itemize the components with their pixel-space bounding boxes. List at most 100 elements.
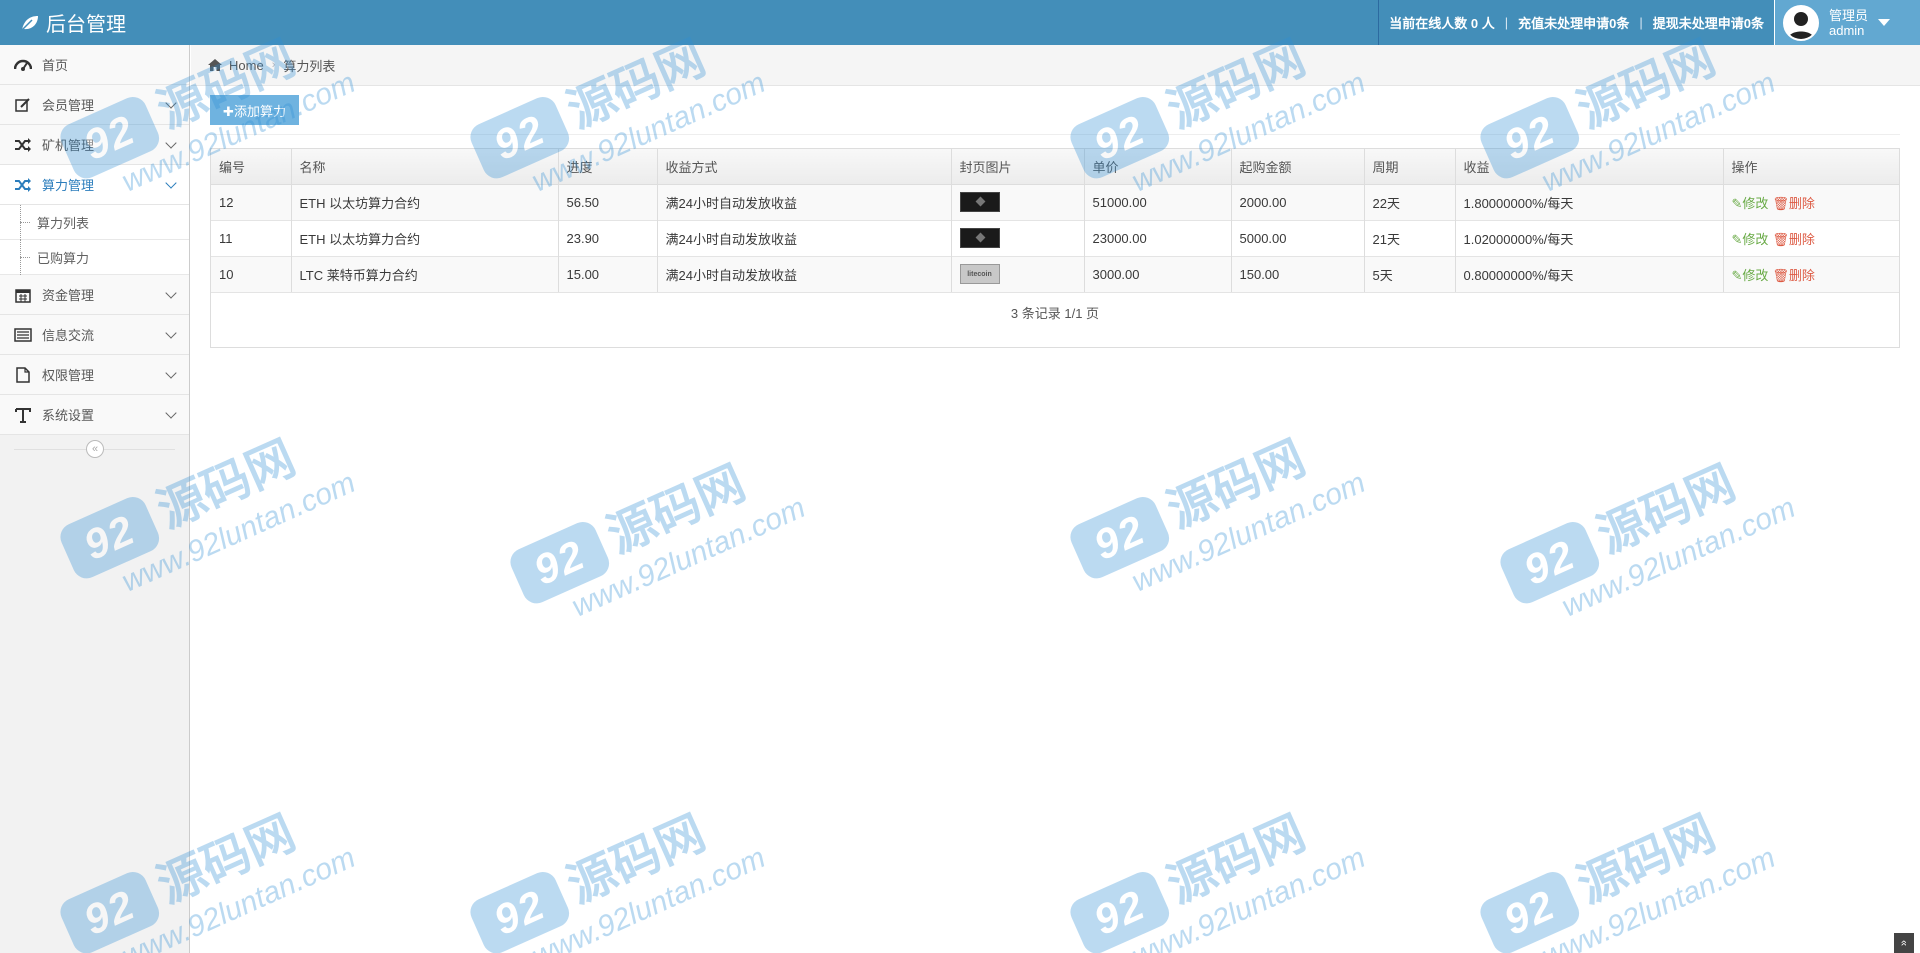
user-role: 管理员 [1829, 7, 1869, 23]
chevron-down-icon [165, 97, 177, 109]
sidebar-item-label: 矿机管理 [42, 138, 95, 153]
cell-income: 0.80000000%/每天 [1455, 255, 1724, 292]
shuffle-icon [12, 137, 34, 152]
shuffle-icon [12, 177, 34, 192]
cover-thumbnail[interactable]: litecoin [959, 264, 1000, 285]
user-name: admin [1829, 22, 1865, 38]
watermark-badge: 92 [1475, 867, 1584, 953]
file-icon [12, 366, 34, 383]
user-info: 管理员 admin [1829, 8, 1868, 38]
watermark-cn: 源码网 [1589, 454, 1744, 565]
sidebar-item-label: 会员管理 [42, 98, 95, 113]
cell-id: 12 [211, 183, 292, 220]
cell-name: ETH 以太坊算力合约 [291, 219, 559, 256]
cell-payout-mode: 满24小时自动发放收益 [657, 183, 952, 220]
text-icon [12, 407, 34, 423]
cell-payout-mode: 满24小时自动发放收益 [657, 255, 952, 292]
cell-min-amount: 150.00 [1231, 255, 1365, 292]
cover-thumbnail[interactable] [959, 192, 1000, 212]
cell-actions: ✎修改 🗑删除 [1723, 219, 1899, 256]
edit-link[interactable]: ✎修改 [1732, 268, 1769, 283]
sidebar-item-messages[interactable]: 信息交流 [0, 315, 189, 355]
watermark-badge: 92 [1495, 517, 1604, 608]
edit-link[interactable]: ✎修改 [1732, 196, 1769, 211]
online-users-stat[interactable]: 当前在线人数 0 人 [1379, 13, 1505, 32]
table-row: 11 ETH 以太坊算力合约 23.90 满24小时自动发放收益 23000.0… [211, 219, 1899, 256]
cell-id: 10 [211, 255, 292, 292]
add-hashpower-button[interactable]: ✚添加算力 [210, 95, 299, 125]
column-header-name[interactable]: 名称 [291, 149, 559, 185]
cell-name: ETH 以太坊算力合约 [291, 183, 559, 220]
cell-income: 1.02000000%/每天 [1455, 219, 1724, 256]
column-header-progress[interactable]: 进度 [558, 149, 658, 185]
watermark-cn: 源码网 [1159, 804, 1314, 915]
sidebar-subitem-purchased-hashpower[interactable]: 已购算力 [0, 240, 189, 275]
sidebar-item-permissions[interactable]: 权限管理 [0, 355, 189, 395]
sidebar-item-label: 系统设置 [42, 408, 95, 423]
sidebar-item-funds[interactable]: 资金管理 [0, 275, 189, 315]
sidebar-item-members[interactable]: 会员管理 [0, 85, 189, 125]
cell-progress: 15.00 [558, 255, 658, 292]
column-header-actions: 操作 [1723, 149, 1899, 185]
sidebar-item-miners[interactable]: 矿机管理 [0, 125, 189, 165]
sidebar-item-label: 首页 [42, 58, 69, 73]
sidebar-item-home[interactable]: 首页 [0, 45, 189, 85]
cell-actions: ✎修改 🗑删除 [1723, 255, 1899, 292]
watermark: 92 源码网 www.92luntan.com [1061, 775, 1371, 953]
chevron-down-icon [165, 177, 177, 189]
sidebar-subitem-hashpower-list[interactable]: 算力列表 [0, 205, 189, 240]
breadcrumb: Home › 算力列表 [191, 45, 1920, 86]
cell-period: 21天 [1364, 219, 1456, 256]
chevron-down-icon [165, 327, 177, 339]
brand-logo[interactable]: 后台管理 [20, 0, 126, 45]
cell-cover [951, 219, 1085, 256]
watermark-cn: 源码网 [1159, 429, 1314, 540]
cell-min-amount: 5000.00 [1231, 219, 1365, 256]
delete-link[interactable]: 🗑删除 [1772, 196, 1815, 211]
column-header-income[interactable]: 收益 [1455, 149, 1724, 185]
column-header-id[interactable]: 编号 [211, 149, 292, 185]
column-header-min-amount[interactable]: 起购金额 [1231, 149, 1365, 185]
cover-thumbnail[interactable] [959, 228, 1000, 248]
watermark-badge: 92 [1065, 867, 1174, 953]
cell-cover: litecoin [951, 255, 1085, 292]
watermark-cn: 源码网 [599, 454, 754, 565]
watermark-url: www.92luntan.com [1556, 491, 1801, 624]
cell-period: 5天 [1364, 255, 1456, 292]
table-row: 12 ETH 以太坊算力合约 56.50 满24小时自动发放收益 51000.0… [211, 183, 1899, 220]
scroll-top-glyph: » [1898, 939, 1910, 947]
online-label: 当前在线人数 [1389, 16, 1468, 31]
cell-cover [951, 183, 1085, 220]
column-header-payout-mode[interactable]: 收益方式 [657, 149, 952, 185]
sidebar-item-label: 资金管理 [42, 288, 95, 303]
watermark-badge: 92 [1065, 492, 1174, 583]
brand-title: 后台管理 [46, 14, 126, 36]
column-header-period[interactable]: 周期 [1364, 149, 1456, 185]
watermark-url: www.92luntan.com [566, 491, 811, 624]
edit-icon [12, 97, 34, 113]
delete-link[interactable]: 🗑删除 [1772, 232, 1815, 247]
breadcrumb-home-label: Home [229, 57, 264, 73]
watermark: 92 源码网 www.92luntan.com [1491, 425, 1801, 641]
cell-price: 51000.00 [1084, 183, 1232, 220]
home-icon [208, 59, 222, 71]
delete-link[interactable]: 🗑删除 [1772, 268, 1815, 283]
edit-link[interactable]: ✎修改 [1732, 232, 1769, 247]
sidebar-item-label: 算力管理 [42, 178, 95, 193]
column-header-price[interactable]: 单价 [1084, 149, 1232, 185]
table-row: 10 LTC 莱特币算力合约 15.00 满24小时自动发放收益 litecoi… [211, 255, 1899, 292]
watermark: 92 源码网 www.92luntan.com [501, 425, 811, 641]
recharge-pending-link[interactable]: 充值未处理申请0条 [1508, 13, 1639, 32]
hashpower-table-panel: 编号 名称 进度 收益方式 封页图片 单价 起购金额 周期 收益 操作 12 E… [210, 148, 1900, 348]
breadcrumb-home[interactable]: Home [207, 58, 264, 73]
sidebar-item-hashpower[interactable]: 算力管理 [0, 165, 189, 205]
chevron-down-icon [165, 137, 177, 149]
cell-progress: 56.50 [558, 183, 658, 220]
scroll-to-top-icon[interactable]: » [1894, 933, 1914, 953]
collapse-sidebar-icon[interactable]: « [86, 440, 104, 458]
withdraw-pending-link[interactable]: 提现未处理申请0条 [1643, 13, 1774, 32]
cell-progress: 23.90 [558, 219, 658, 256]
column-header-cover[interactable]: 封页图片 [951, 149, 1085, 185]
sidebar-item-settings[interactable]: 系统设置 [0, 395, 189, 435]
user-menu[interactable]: 管理员 admin [1774, 0, 1920, 45]
